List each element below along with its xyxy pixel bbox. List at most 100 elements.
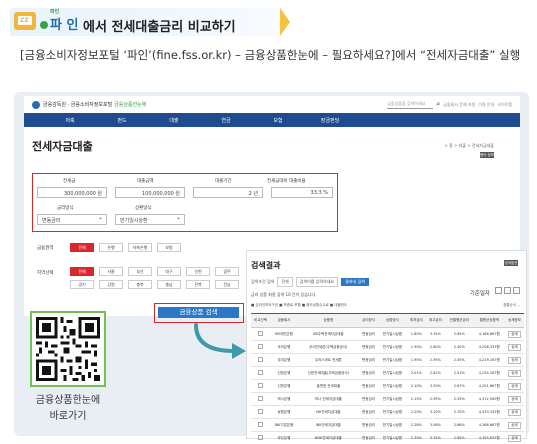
table-cell: 2.70% xyxy=(444,405,474,419)
col-header: 상세정보 xyxy=(504,313,524,328)
share-icon[interactable] xyxy=(513,287,520,294)
table-cell: 4,395,833원 xyxy=(473,431,505,444)
table-cell: 상세 xyxy=(504,431,524,444)
chip-sector-bank[interactable]: 은행 xyxy=(99,243,123,252)
top-link-2[interactable]: 이용 안내 xyxy=(478,102,494,108)
chip-region-daegu[interactable]: 대구 xyxy=(157,267,181,276)
chip-region-chungbuk[interactable]: 충북 xyxy=(128,280,152,289)
table-cell: 변동금리 xyxy=(359,392,379,406)
compare-checkbox[interactable] xyxy=(258,370,264,375)
repay-type-select[interactable]: 만기일시상환 xyxy=(115,214,185,225)
compare-checkbox[interactable] xyxy=(258,422,264,427)
col-header: 금리방식 xyxy=(359,313,379,328)
filter-sector-label: 금융권역 xyxy=(37,246,54,251)
loan-period-field[interactable]: 2 년 xyxy=(193,187,263,198)
qr-code[interactable] xyxy=(30,311,106,387)
nav-item-fund[interactable]: 펀드 xyxy=(96,117,148,124)
breadcrumb: > 홈 > 대출 > 전세자금대출 xyxy=(444,143,494,148)
table-cell: 2.68% xyxy=(444,418,474,432)
chip-region-gangwon[interactable]: 강원 xyxy=(99,280,123,289)
chip-sector-all[interactable]: 전체 xyxy=(70,243,94,252)
label-loan-amount: 대출금액 xyxy=(137,179,154,184)
chip-region-jeonnam[interactable]: 전남 xyxy=(215,280,239,289)
detail-button[interactable]: 상세 xyxy=(508,356,521,364)
results-filter-button[interactable]: 결과내 검색 xyxy=(341,278,369,286)
search-button-highlight: 금융상품 검색 xyxy=(154,303,244,323)
table-cell: 만기일시상환 xyxy=(378,353,407,367)
table-cell: 2.95% xyxy=(425,353,445,367)
deposit-field[interactable]: 300,000,000 원 xyxy=(37,187,107,198)
compare-checkbox[interactable] xyxy=(258,357,264,362)
results-filter-label: 검색조건 검색 xyxy=(251,279,275,284)
table-cell: 4,208,333원 xyxy=(473,340,505,354)
table-cell: 부산은행 xyxy=(270,431,298,444)
search-icon[interactable]: ⌕ xyxy=(436,100,440,109)
compare-checkbox[interactable] xyxy=(258,409,264,414)
top-link-3[interactable]: 사이트맵 xyxy=(497,102,512,108)
table-cell: 2.15% xyxy=(406,392,426,406)
nav-item-savings[interactable]: 저축 xyxy=(44,117,96,124)
detail-button[interactable]: 상세 xyxy=(508,382,521,390)
qr-caption: 금융상품한눈에 바로가기 xyxy=(20,393,116,425)
rate-type-select[interactable]: 변동금리 xyxy=(37,214,107,225)
table-cell: 2.20% xyxy=(406,405,426,419)
table-row: 하나은행 하나 전세자금대출 변동금리 만기일시상환 2.15% 2.95% 2.55% 4,… xyxy=(251,392,524,406)
chip-region-chungnam[interactable]: 충남 xyxy=(157,280,181,289)
compare-checkbox[interactable] xyxy=(258,383,264,388)
chip-region-seoul[interactable]: 서울 xyxy=(99,267,123,276)
results-filter-select[interactable]: 전체 xyxy=(277,277,293,287)
chip-sector-insurance[interactable]: 보험 xyxy=(157,243,181,252)
compare-checkbox[interactable] xyxy=(258,435,264,440)
nav-item-insurance[interactable]: 보험 xyxy=(252,117,304,124)
table-row: KB국민은행 KB주택전세자금대출 변동금리 만기일시상환 1.80% 3.35% 2.85… xyxy=(251,327,524,341)
top-link-1[interactable]: 금융회사 문제 지원 xyxy=(443,102,475,108)
chip-region-incheon[interactable]: 인천 xyxy=(186,267,210,276)
table-cell: 1.80% xyxy=(406,327,426,341)
nav-item-loan[interactable]: 대출 xyxy=(148,117,200,124)
chip-region-gyeonggi[interactable]: 경기 xyxy=(70,280,94,289)
chip-region-jeonbuk[interactable]: 전북 xyxy=(186,280,210,289)
excel-icon[interactable] xyxy=(504,287,511,294)
detail-button[interactable]: 상세 xyxy=(508,408,521,416)
table-cell: 2.01% xyxy=(406,366,426,380)
results-filter-input[interactable]: 검색어를 입력하세요 xyxy=(295,277,339,287)
chip-sector-savings-bank[interactable]: 저축은행 xyxy=(128,243,152,252)
chip-region-all[interactable]: 전체 xyxy=(70,267,94,276)
table-cell: 4,254,167원 xyxy=(473,366,505,380)
glossary-button[interactable]: 용어 정보 xyxy=(480,152,494,158)
compare-checkbox[interactable] xyxy=(258,396,264,401)
results-updated: 기준일자 xyxy=(469,291,490,297)
table-cell: 2.95% xyxy=(425,392,445,406)
table-row: 우리은행 우리스마트 전세론 변동금리 만기일시상환 1.95% 2.95% 2.55% 4,… xyxy=(251,353,524,367)
search-input[interactable]: 금융상품을 검색하세요 xyxy=(387,101,434,109)
loan-amount-field[interactable]: 100,000,000 원 xyxy=(115,187,185,198)
table-cell: 상세 xyxy=(504,353,524,367)
nav-item-pension[interactable]: 연금 xyxy=(200,117,252,124)
results-sort-select[interactable]: 정렬순서 ⌄ xyxy=(503,303,520,308)
nav-item-funding[interactable]: 장금펀딩 xyxy=(304,117,356,124)
site-search: 금융상품을 검색하세요 ⌕ 금융회사 문제 지원 이용 안내 사이트맵 xyxy=(387,100,520,109)
compare-checkbox[interactable] xyxy=(258,331,264,336)
detail-button[interactable]: 상세 xyxy=(508,369,521,377)
table-cell: 변동금리 xyxy=(359,340,379,354)
table-cell: 상세 xyxy=(504,418,524,432)
table-cell: NH전세자금대출 xyxy=(297,405,360,419)
table-cell: 2.55% xyxy=(444,392,474,406)
chip-region-gwangju[interactable]: 광주 xyxy=(215,267,239,276)
detail-button[interactable]: 상세 xyxy=(508,421,521,429)
print-icon[interactable] xyxy=(495,287,502,294)
product-search-button[interactable]: 금융상품 검색 xyxy=(158,307,239,318)
chip-region-busan[interactable]: 부산 xyxy=(128,267,152,276)
table-cell: 3.35% xyxy=(425,327,445,341)
results-option-tag[interactable]: 검색옵션 xyxy=(504,260,518,266)
table-cell: 2.80% xyxy=(425,340,445,354)
detail-button[interactable]: 상세 xyxy=(508,330,521,338)
detail-button[interactable]: 상세 xyxy=(508,343,521,351)
detail-button[interactable]: 상세 xyxy=(508,434,521,442)
compare-checkbox-cell xyxy=(251,405,271,419)
compare-checkbox-cell xyxy=(251,418,271,432)
fss-logo-icon xyxy=(32,100,40,109)
table-cell: 2.67% xyxy=(444,379,474,393)
compare-checkbox[interactable] xyxy=(258,344,264,349)
detail-button[interactable]: 상세 xyxy=(508,395,521,403)
